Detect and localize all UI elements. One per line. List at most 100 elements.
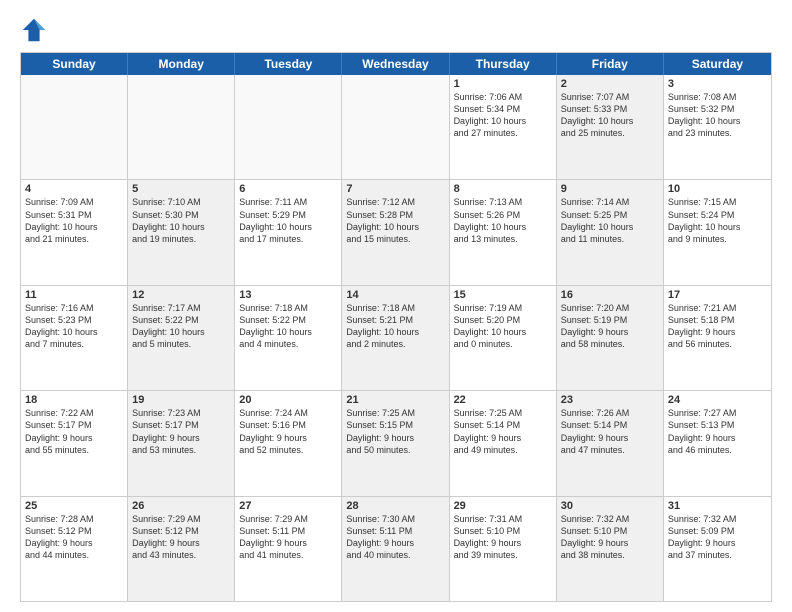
day-number: 5 — [132, 183, 230, 195]
calendar-cell: 14Sunrise: 7:18 AMSunset: 5:21 PMDayligh… — [342, 286, 449, 390]
calendar-cell: 29Sunrise: 7:31 AMSunset: 5:10 PMDayligh… — [450, 497, 557, 601]
calendar-cell: 11Sunrise: 7:16 AMSunset: 5:23 PMDayligh… — [21, 286, 128, 390]
day-number: 15 — [454, 289, 552, 301]
calendar-cell: 24Sunrise: 7:27 AMSunset: 5:13 PMDayligh… — [664, 391, 771, 495]
header — [20, 16, 772, 44]
cell-info: Sunrise: 7:32 AMSunset: 5:10 PMDaylight:… — [561, 513, 659, 562]
cell-info: Sunrise: 7:18 AMSunset: 5:22 PMDaylight:… — [239, 302, 337, 351]
logo-icon — [20, 16, 48, 44]
cell-info: Sunrise: 7:14 AMSunset: 5:25 PMDaylight:… — [561, 196, 659, 245]
day-number: 19 — [132, 394, 230, 406]
calendar-cell — [342, 75, 449, 179]
calendar-cell: 22Sunrise: 7:25 AMSunset: 5:14 PMDayligh… — [450, 391, 557, 495]
day-number: 22 — [454, 394, 552, 406]
calendar-cell: 3Sunrise: 7:08 AMSunset: 5:32 PMDaylight… — [664, 75, 771, 179]
cell-info: Sunrise: 7:32 AMSunset: 5:09 PMDaylight:… — [668, 513, 767, 562]
cell-info: Sunrise: 7:25 AMSunset: 5:15 PMDaylight:… — [346, 407, 444, 456]
day-header-friday: Friday — [557, 53, 664, 75]
calendar: SundayMondayTuesdayWednesdayThursdayFrid… — [20, 52, 772, 602]
calendar-cell: 18Sunrise: 7:22 AMSunset: 5:17 PMDayligh… — [21, 391, 128, 495]
cell-info: Sunrise: 7:27 AMSunset: 5:13 PMDaylight:… — [668, 407, 767, 456]
day-number: 29 — [454, 500, 552, 512]
calendar-cell: 7Sunrise: 7:12 AMSunset: 5:28 PMDaylight… — [342, 180, 449, 284]
day-number: 14 — [346, 289, 444, 301]
calendar-cell: 30Sunrise: 7:32 AMSunset: 5:10 PMDayligh… — [557, 497, 664, 601]
day-header-monday: Monday — [128, 53, 235, 75]
cell-info: Sunrise: 7:19 AMSunset: 5:20 PMDaylight:… — [454, 302, 552, 351]
calendar-cell: 17Sunrise: 7:21 AMSunset: 5:18 PMDayligh… — [664, 286, 771, 390]
day-number: 6 — [239, 183, 337, 195]
calendar-cell: 12Sunrise: 7:17 AMSunset: 5:22 PMDayligh… — [128, 286, 235, 390]
day-header-saturday: Saturday — [664, 53, 771, 75]
calendar-cell: 16Sunrise: 7:20 AMSunset: 5:19 PMDayligh… — [557, 286, 664, 390]
calendar-cell: 2Sunrise: 7:07 AMSunset: 5:33 PMDaylight… — [557, 75, 664, 179]
day-number: 2 — [561, 78, 659, 90]
calendar-cell: 5Sunrise: 7:10 AMSunset: 5:30 PMDaylight… — [128, 180, 235, 284]
cell-info: Sunrise: 7:17 AMSunset: 5:22 PMDaylight:… — [132, 302, 230, 351]
day-number: 3 — [668, 78, 767, 90]
cell-info: Sunrise: 7:10 AMSunset: 5:30 PMDaylight:… — [132, 196, 230, 245]
day-number: 17 — [668, 289, 767, 301]
cell-info: Sunrise: 7:22 AMSunset: 5:17 PMDaylight:… — [25, 407, 123, 456]
day-number: 10 — [668, 183, 767, 195]
cell-info: Sunrise: 7:28 AMSunset: 5:12 PMDaylight:… — [25, 513, 123, 562]
day-header-sunday: Sunday — [21, 53, 128, 75]
day-number: 28 — [346, 500, 444, 512]
calendar-cell — [128, 75, 235, 179]
day-number: 25 — [25, 500, 123, 512]
cell-info: Sunrise: 7:30 AMSunset: 5:11 PMDaylight:… — [346, 513, 444, 562]
calendar-cell: 26Sunrise: 7:29 AMSunset: 5:12 PMDayligh… — [128, 497, 235, 601]
day-number: 27 — [239, 500, 337, 512]
cell-info: Sunrise: 7:24 AMSunset: 5:16 PMDaylight:… — [239, 407, 337, 456]
day-number: 21 — [346, 394, 444, 406]
day-number: 23 — [561, 394, 659, 406]
day-header-wednesday: Wednesday — [342, 53, 449, 75]
calendar-cell: 19Sunrise: 7:23 AMSunset: 5:17 PMDayligh… — [128, 391, 235, 495]
day-number: 11 — [25, 289, 123, 301]
cell-info: Sunrise: 7:09 AMSunset: 5:31 PMDaylight:… — [25, 196, 123, 245]
calendar-cell: 10Sunrise: 7:15 AMSunset: 5:24 PMDayligh… — [664, 180, 771, 284]
day-header-tuesday: Tuesday — [235, 53, 342, 75]
calendar-cell: 6Sunrise: 7:11 AMSunset: 5:29 PMDaylight… — [235, 180, 342, 284]
day-number: 7 — [346, 183, 444, 195]
calendar-cell: 9Sunrise: 7:14 AMSunset: 5:25 PMDaylight… — [557, 180, 664, 284]
calendar-cell: 31Sunrise: 7:32 AMSunset: 5:09 PMDayligh… — [664, 497, 771, 601]
calendar-week-2: 4Sunrise: 7:09 AMSunset: 5:31 PMDaylight… — [21, 179, 771, 284]
calendar-week-1: 1Sunrise: 7:06 AMSunset: 5:34 PMDaylight… — [21, 75, 771, 179]
day-number: 4 — [25, 183, 123, 195]
calendar-cell: 23Sunrise: 7:26 AMSunset: 5:14 PMDayligh… — [557, 391, 664, 495]
cell-info: Sunrise: 7:16 AMSunset: 5:23 PMDaylight:… — [25, 302, 123, 351]
calendar-cell: 1Sunrise: 7:06 AMSunset: 5:34 PMDaylight… — [450, 75, 557, 179]
day-header-thursday: Thursday — [450, 53, 557, 75]
cell-info: Sunrise: 7:31 AMSunset: 5:10 PMDaylight:… — [454, 513, 552, 562]
day-number: 9 — [561, 183, 659, 195]
logo — [20, 16, 50, 44]
calendar-cell — [235, 75, 342, 179]
calendar-cell: 4Sunrise: 7:09 AMSunset: 5:31 PMDaylight… — [21, 180, 128, 284]
calendar-cell: 8Sunrise: 7:13 AMSunset: 5:26 PMDaylight… — [450, 180, 557, 284]
day-number: 12 — [132, 289, 230, 301]
cell-info: Sunrise: 7:18 AMSunset: 5:21 PMDaylight:… — [346, 302, 444, 351]
page: SundayMondayTuesdayWednesdayThursdayFrid… — [0, 0, 792, 612]
cell-info: Sunrise: 7:29 AMSunset: 5:12 PMDaylight:… — [132, 513, 230, 562]
calendar-cell: 28Sunrise: 7:30 AMSunset: 5:11 PMDayligh… — [342, 497, 449, 601]
calendar-week-4: 18Sunrise: 7:22 AMSunset: 5:17 PMDayligh… — [21, 390, 771, 495]
calendar-body: 1Sunrise: 7:06 AMSunset: 5:34 PMDaylight… — [21, 75, 771, 601]
cell-info: Sunrise: 7:12 AMSunset: 5:28 PMDaylight:… — [346, 196, 444, 245]
cell-info: Sunrise: 7:06 AMSunset: 5:34 PMDaylight:… — [454, 91, 552, 140]
cell-info: Sunrise: 7:25 AMSunset: 5:14 PMDaylight:… — [454, 407, 552, 456]
day-number: 20 — [239, 394, 337, 406]
cell-info: Sunrise: 7:07 AMSunset: 5:33 PMDaylight:… — [561, 91, 659, 140]
day-number: 16 — [561, 289, 659, 301]
cell-info: Sunrise: 7:29 AMSunset: 5:11 PMDaylight:… — [239, 513, 337, 562]
calendar-header-row: SundayMondayTuesdayWednesdayThursdayFrid… — [21, 53, 771, 75]
calendar-week-3: 11Sunrise: 7:16 AMSunset: 5:23 PMDayligh… — [21, 285, 771, 390]
calendar-cell: 21Sunrise: 7:25 AMSunset: 5:15 PMDayligh… — [342, 391, 449, 495]
day-number: 8 — [454, 183, 552, 195]
day-number: 18 — [25, 394, 123, 406]
calendar-cell: 25Sunrise: 7:28 AMSunset: 5:12 PMDayligh… — [21, 497, 128, 601]
cell-info: Sunrise: 7:15 AMSunset: 5:24 PMDaylight:… — [668, 196, 767, 245]
calendar-cell: 15Sunrise: 7:19 AMSunset: 5:20 PMDayligh… — [450, 286, 557, 390]
day-number: 1 — [454, 78, 552, 90]
cell-info: Sunrise: 7:13 AMSunset: 5:26 PMDaylight:… — [454, 196, 552, 245]
